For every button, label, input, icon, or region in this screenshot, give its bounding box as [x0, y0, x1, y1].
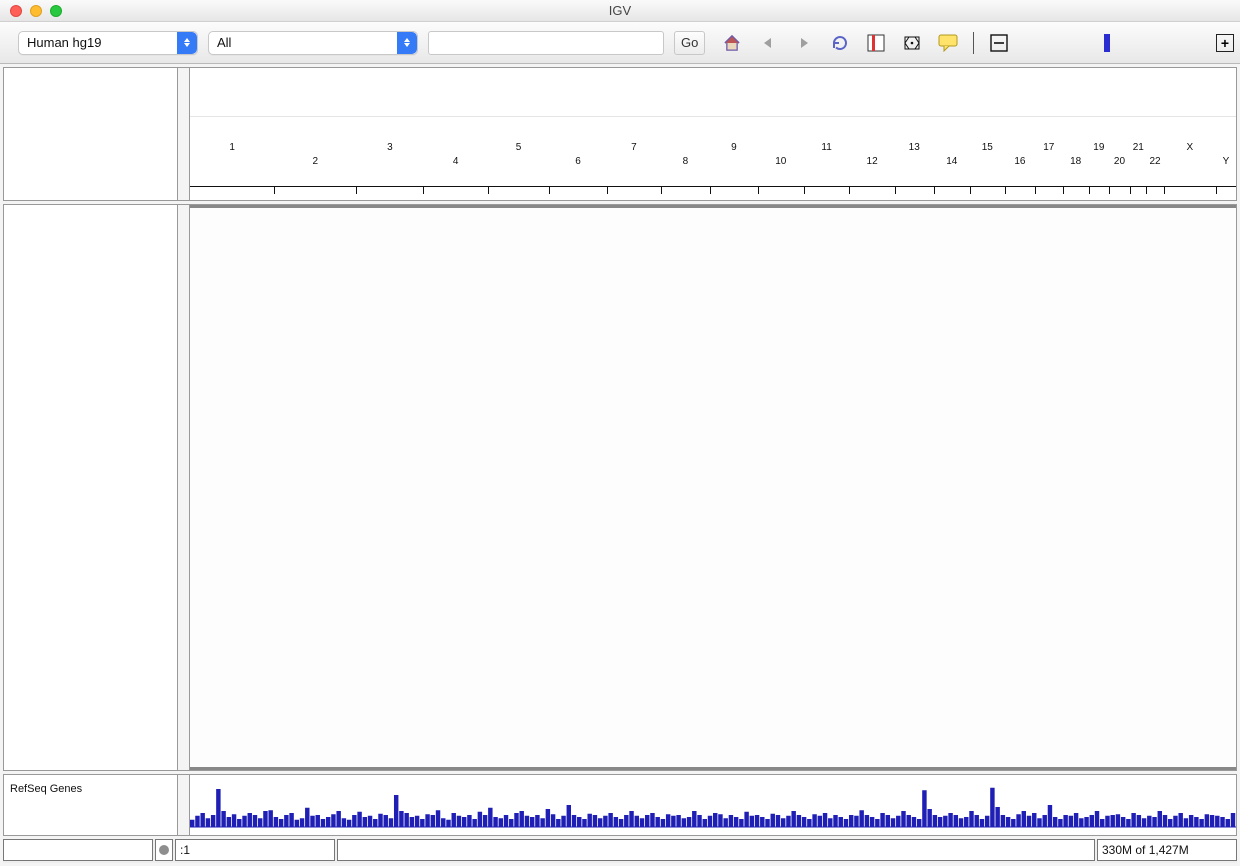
back-icon[interactable] — [757, 32, 779, 54]
status-spacer — [337, 839, 1095, 861]
status-memory: 330M of 1,427M — [1097, 839, 1237, 861]
chromosome-label: 9 — [731, 142, 737, 153]
chromosome-label: 5 — [516, 142, 522, 153]
chromosome-label: 20 — [1114, 156, 1125, 167]
chromosome-label: 21 — [1133, 142, 1144, 153]
refseq-label: RefSeq Genes — [4, 775, 178, 835]
status-bar: :1 330M of 1,427M — [3, 839, 1237, 863]
window-controls — [0, 5, 62, 17]
circle-icon — [159, 845, 169, 855]
locus-input[interactable] — [428, 31, 664, 55]
refresh-icon[interactable] — [829, 32, 851, 54]
chromosome-label: 10 — [775, 156, 786, 167]
chromosome-label: 1 — [229, 142, 235, 153]
genome-select-label: Human hg19 — [19, 35, 127, 50]
status-cell-1 — [3, 839, 153, 861]
chromosome-label: 3 — [387, 142, 393, 153]
data-body[interactable] — [190, 205, 1236, 770]
chromosome-label: 17 — [1043, 142, 1054, 153]
toolbar-icons — [721, 32, 1110, 54]
window-titlebar: IGV — [0, 0, 1240, 22]
chromosome-label: X — [1186, 142, 1193, 153]
chromosome-select[interactable]: All — [208, 31, 418, 55]
chromosome-label: 15 — [982, 142, 993, 153]
panel-splitter[interactable] — [178, 205, 190, 770]
panel-splitter[interactable] — [178, 68, 190, 200]
zoom-in-icon[interactable]: + — [1216, 34, 1234, 52]
zoom-window-button[interactable] — [50, 5, 62, 17]
panel-splitter[interactable] — [178, 775, 190, 835]
minimize-window-button[interactable] — [30, 5, 42, 17]
status-busy-indicator — [155, 839, 173, 861]
ruler-ticks — [190, 186, 1236, 200]
ideogram-body[interactable]: 12345678910111213141516171819202122XY — [190, 68, 1236, 200]
genome-select[interactable]: Human hg19 — [18, 31, 198, 55]
chromosome-label: 2 — [313, 156, 319, 167]
toolbar: Human hg19 All Go — [0, 22, 1240, 64]
tooltip-icon[interactable] — [937, 32, 959, 54]
ideogram-divider — [190, 116, 1236, 117]
chromosome-labels: 12345678910111213141516171819202122XY — [190, 142, 1236, 188]
chromosome-label: 16 — [1014, 156, 1025, 167]
chevron-updown-icon — [397, 32, 417, 54]
left-edge-handle — [0, 22, 12, 64]
zoom-to-region-icon[interactable] — [901, 32, 923, 54]
status-locus: :1 — [175, 839, 335, 861]
refseq-track[interactable] — [190, 775, 1236, 835]
chromosome-label: 19 — [1093, 142, 1104, 153]
chromosome-label: Y — [1223, 156, 1230, 167]
chromosome-label: 7 — [631, 142, 637, 153]
define-region-icon[interactable] — [865, 32, 887, 54]
toolbar-separator — [973, 32, 974, 54]
forward-icon[interactable] — [793, 32, 815, 54]
window-title: IGV — [609, 3, 631, 18]
chromosome-label: 22 — [1149, 156, 1160, 167]
zoom-slider-marker[interactable] — [1104, 34, 1110, 52]
go-button[interactable]: Go — [674, 31, 705, 55]
chromosome-label: 4 — [453, 156, 459, 167]
close-window-button[interactable] — [10, 5, 22, 17]
chromosome-label: 12 — [867, 156, 878, 167]
main-area: 12345678910111213141516171819202122XY Re… — [0, 64, 1240, 866]
ideogram-side — [4, 68, 178, 200]
chromosome-select-label: All — [209, 35, 257, 50]
data-side — [4, 205, 178, 770]
data-panel — [3, 204, 1237, 771]
chevron-updown-icon — [177, 32, 197, 54]
home-icon[interactable] — [721, 32, 743, 54]
chromosome-label: 13 — [909, 142, 920, 153]
refseq-panel: RefSeq Genes — [3, 774, 1237, 836]
zoom-out-icon[interactable] — [988, 32, 1010, 54]
chromosome-label: 18 — [1070, 156, 1081, 167]
chromosome-label: 6 — [575, 156, 581, 167]
chromosome-label: 8 — [683, 156, 689, 167]
chromosome-label: 14 — [946, 156, 957, 167]
chromosome-label: 11 — [821, 142, 831, 153]
ideogram-panel: 12345678910111213141516171819202122XY — [3, 67, 1237, 201]
